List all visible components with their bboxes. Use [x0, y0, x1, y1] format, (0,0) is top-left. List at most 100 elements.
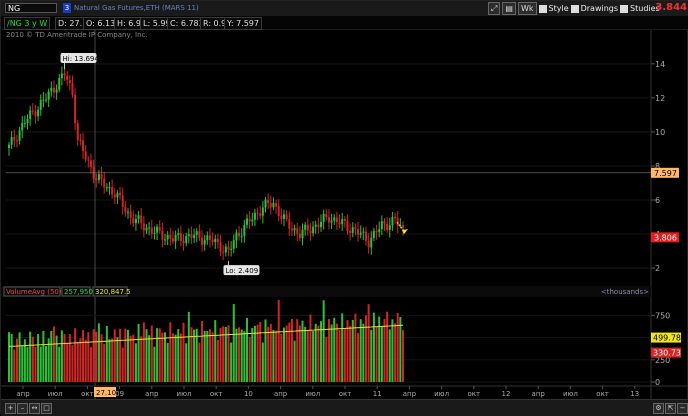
settings-button[interactable]: ⚙: [653, 403, 664, 414]
volume-bar: [31, 336, 34, 382]
volume-study-name: VolumeAvg (50): [6, 288, 62, 296]
crosshair-date-label: 27.10: [96, 389, 116, 397]
volume-bar: [47, 338, 50, 382]
candle-body: [132, 217, 135, 224]
volume-bar: [166, 342, 169, 382]
candle-body: [103, 178, 106, 188]
candle-body: [105, 187, 108, 189]
volume-bar: [290, 318, 293, 382]
x-tick-label: апр: [532, 390, 546, 398]
volume-bar: [216, 339, 219, 382]
compare-icon[interactable]: ▤: [502, 2, 516, 15]
candle-body: [42, 99, 45, 101]
price-tick-label: 6: [655, 196, 660, 205]
style-menu[interactable]: Style: [538, 4, 569, 13]
zoom-icon[interactable]: ⤢: [488, 2, 501, 15]
volume-bar: [60, 330, 63, 382]
volume-bar: [134, 343, 137, 382]
candle-body: [84, 151, 87, 160]
candle-body: [121, 195, 124, 207]
expand-button[interactable]: □: [41, 403, 52, 414]
volume-bar: [116, 337, 119, 382]
candle-body: [367, 240, 370, 248]
candle-body: [219, 242, 222, 252]
candle-body: [333, 217, 336, 221]
candle-body: [364, 231, 367, 241]
x-tick-label: апр: [274, 390, 288, 398]
candle-body: [335, 217, 338, 223]
volume-bar: [111, 338, 114, 382]
volume-bar: [137, 323, 140, 382]
volume-bar: [121, 347, 124, 382]
volume-bar: [301, 320, 304, 382]
candle-body: [232, 240, 235, 249]
volume-bar: [185, 343, 188, 382]
fit-button[interactable]: ⇱: [665, 403, 676, 414]
x-tick-label: 13: [630, 390, 639, 398]
volume-bar: [187, 311, 190, 382]
volume-bar: [45, 345, 48, 382]
volume-bar: [55, 335, 58, 382]
volume-bar: [39, 346, 42, 382]
candle-body: [235, 232, 238, 241]
volume-bar: [145, 329, 148, 382]
minus-icon[interactable]: −: [677, 403, 688, 414]
volume-bar: [386, 311, 389, 382]
chart-type-button[interactable]: Wk: [517, 2, 537, 15]
drawings-menu[interactable]: Drawings: [570, 4, 619, 13]
candle-body: [298, 233, 301, 239]
candle-body: [343, 219, 346, 222]
x-tick-label: 11: [373, 390, 382, 398]
x-tick-label: окт: [81, 390, 94, 398]
x-tick-label: 10: [244, 390, 253, 398]
candle-body: [227, 246, 230, 250]
volume-bar: [89, 347, 92, 382]
chart-window: NG 3 Natural Gas Futures,ETH (MARS 11) ⤢…: [0, 0, 688, 416]
candle-body: [140, 215, 143, 224]
volume-bar: [153, 346, 156, 382]
studies-menu[interactable]: Studies: [620, 4, 660, 13]
link-group-button[interactable]: 3: [63, 3, 71, 13]
volume-bar: [198, 342, 201, 382]
candle-body: [222, 251, 225, 253]
zoom-out-button[interactable]: –: [17, 403, 28, 414]
volume-bar: [132, 334, 135, 382]
x-tick-label: июл: [563, 390, 578, 398]
volume-bar: [148, 335, 151, 382]
volume-bar: [182, 322, 185, 382]
volume-bar: [34, 346, 37, 382]
candle-body: [402, 225, 404, 229]
candle-body: [224, 246, 227, 253]
volume-bar: [58, 346, 61, 382]
volume-bar: [333, 317, 336, 382]
candle-body: [174, 234, 177, 242]
x-tick-label: окт: [339, 390, 352, 398]
chart-area[interactable]: 2010 © TD Ameritrade IP Company, Inc. 2 4…: [1, 30, 688, 414]
volume-bar: [76, 342, 79, 382]
pan-button[interactable]: ↔: [29, 403, 40, 414]
volume-bar: [208, 329, 211, 382]
volume-bar: [296, 319, 299, 382]
volume-bar: [304, 327, 307, 382]
candle-body: [18, 130, 21, 141]
chart-toolbar: NG 3 Natural Gas Futures,ETH (MARS 11) ⤢…: [1, 1, 688, 17]
candle-body: [280, 215, 283, 219]
candle-body: [126, 211, 129, 213]
symbol-input[interactable]: NG: [5, 3, 57, 13]
current-price-label: 3.806: [654, 233, 677, 242]
candle-body: [296, 228, 299, 234]
candle-body: [304, 224, 307, 230]
volume-bar: [26, 346, 29, 382]
volume-bar: [193, 329, 196, 382]
zoom-in-button[interactable]: +: [5, 403, 16, 414]
volume-bar: [230, 342, 233, 382]
instrument-description: Natural Gas Futures,ETH (MARS 11): [74, 4, 199, 12]
candle-body: [190, 234, 193, 238]
volume-bar: [238, 327, 241, 382]
volume-bar: [74, 328, 77, 382]
candle-body: [306, 224, 309, 231]
volume-bar: [240, 329, 243, 382]
period-field[interactable]: /NG 3 y W: [4, 17, 51, 30]
candle-body: [13, 137, 16, 141]
drawings-label: Drawings: [580, 4, 619, 13]
